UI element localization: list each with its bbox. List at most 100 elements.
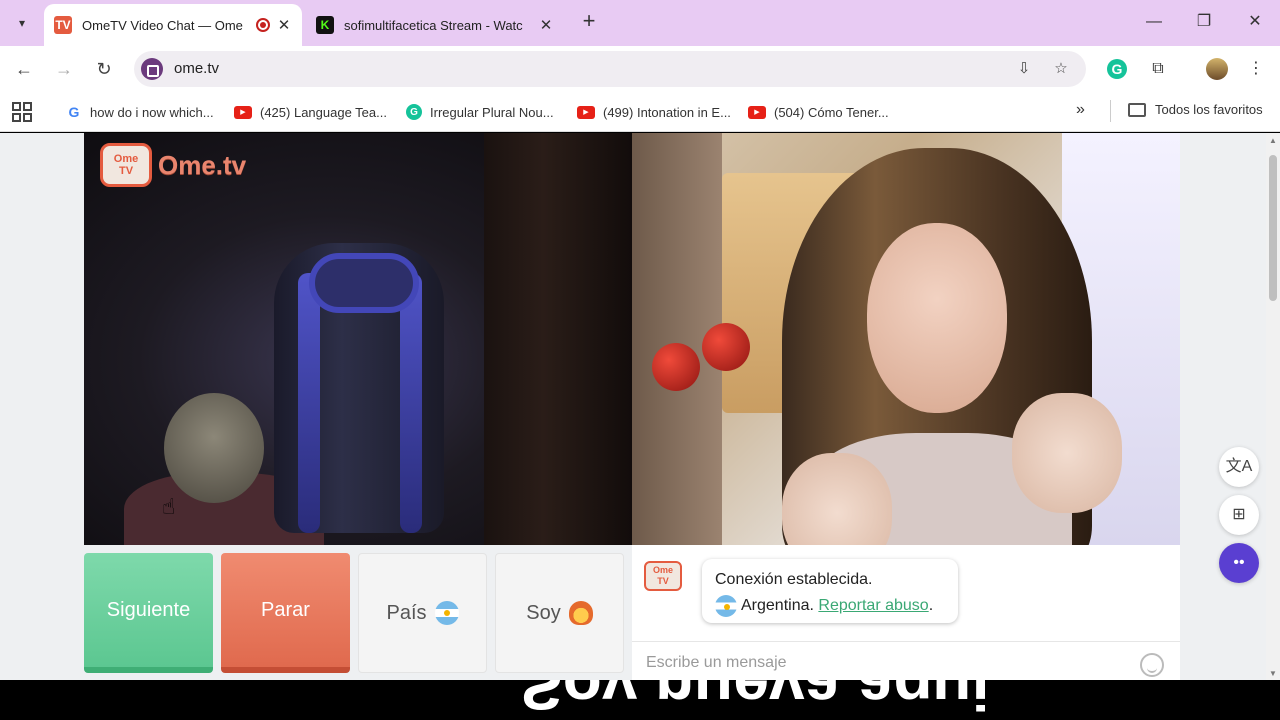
youtube-icon: ▶	[577, 105, 595, 119]
translate-icon[interactable]: 文A	[1219, 447, 1259, 487]
ometv-favicon-icon: TV	[54, 16, 72, 34]
next-button-label: Siguiente	[106, 598, 191, 621]
bookmarks-bar: G how do i now which... ▶ (425) Language…	[0, 92, 1280, 132]
scroll-thumb[interactable]	[1269, 155, 1277, 301]
person-hand	[782, 453, 892, 545]
bookmark-item[interactable]: G Irregular Plural Nou...	[406, 102, 554, 122]
extensions-puzzle-icon[interactable]: ⧉	[1146, 57, 1170, 81]
bookmark-label: how do i now which...	[90, 104, 214, 120]
new-tab-button[interactable]: +	[577, 10, 601, 34]
logo-text: Ome.tv	[158, 149, 247, 180]
browser-toolbar: ← → ↻ ome.tv ⇩ ☆ G ⧉ ⋮	[0, 46, 1280, 92]
close-window-button[interactable]: ✕	[1233, 8, 1277, 36]
tab-ometv[interactable]: TV OmeTV Video Chat — Ome ✕	[44, 4, 302, 46]
system-message: Conexión establecida. Argentina. Reporta…	[702, 559, 958, 623]
tv-logo-icon: Ome TV	[100, 143, 152, 187]
reload-icon: ↻	[96, 59, 112, 79]
remote-video	[632, 133, 1180, 545]
country-button[interactable]: País	[358, 553, 487, 673]
chat-logo-top-text: Ome	[652, 565, 673, 575]
bookmark-label: Irregular Plural Nou...	[430, 104, 554, 120]
tab-strip: ▾ TV OmeTV Video Chat — Ome ✕ K sofimult…	[0, 0, 1280, 46]
argentina-flag-icon	[434, 601, 459, 625]
report-abuse-link[interactable]: Reportar abuso	[818, 593, 928, 619]
forward-button[interactable]: →	[50, 55, 78, 83]
tab-kick-stream[interactable]: K sofimultifacetica Stream - Watc ✕	[306, 4, 564, 46]
country-button-label: País	[386, 601, 427, 624]
kick-favicon-icon: K	[316, 16, 334, 34]
scroll-down-icon[interactable]: ▼	[1269, 669, 1277, 678]
ometv-page: Ome TV Ome.tv Siguiente Parar País Soy O…	[0, 133, 1266, 680]
bookmarks-divider	[1110, 100, 1111, 122]
close-tab-icon[interactable]: ✕	[276, 16, 292, 34]
chair-stripe	[400, 273, 422, 533]
stop-button[interactable]: Parar	[221, 553, 350, 673]
bookmark-label: (499) Intonation in E...	[603, 104, 731, 120]
background-curtain	[484, 133, 632, 545]
youtube-icon: ▶	[748, 105, 766, 119]
grammarly-icon: G	[406, 104, 422, 120]
red-object	[652, 343, 700, 391]
close-tab-icon[interactable]: ✕	[538, 16, 554, 34]
argentina-flag-icon	[715, 595, 737, 617]
site-camera-icon[interactable]	[141, 58, 163, 80]
recording-icon	[256, 18, 270, 32]
chair-headrest	[309, 253, 419, 313]
apps-icon[interactable]: ⊞	[1219, 495, 1259, 535]
back-button[interactable]: ←	[10, 55, 38, 83]
bookmark-item[interactable]: ▶ (504) Cómo Tener...	[748, 102, 889, 122]
youtube-icon: ▶	[234, 105, 252, 119]
arrow-right-icon: →	[55, 59, 73, 79]
bookmark-star-icon[interactable]: ☆	[1051, 59, 1071, 79]
kebab-menu-icon[interactable]: ⋮	[1244, 57, 1268, 81]
all-bookmarks-button[interactable]: Todos los favoritos	[1128, 102, 1263, 117]
person-face	[867, 223, 1007, 413]
video-subtitle-overlay: Soy nueva aqui	[0, 680, 1280, 720]
emoji-picker-icon[interactable]	[1140, 653, 1164, 677]
reload-button[interactable]: ↻	[90, 55, 118, 83]
connection-status: Conexión establecida.	[715, 571, 873, 588]
restore-button[interactable]: ❐	[1182, 8, 1226, 36]
minimize-button[interactable]: —	[1132, 8, 1176, 36]
gender-button-label: Soy	[526, 601, 561, 624]
arrow-left-icon: ←	[15, 59, 33, 79]
tab-search-button[interactable]: ▾	[8, 9, 36, 37]
person-hand	[1012, 393, 1122, 513]
bookmark-label: (425) Language Tea...	[260, 104, 387, 120]
url-text: ome.tv	[174, 60, 220, 77]
bookmark-item[interactable]: G how do i now which...	[66, 102, 214, 122]
message-input[interactable]: Escribe un mensaje	[632, 641, 1180, 680]
chat-logo-bottom-text: TV	[657, 576, 669, 586]
ometv-logo[interactable]: Ome TV Ome.tv	[100, 143, 246, 187]
assistant-face-icon[interactable]: ••	[1219, 543, 1259, 583]
next-button[interactable]: Siguiente	[84, 553, 213, 673]
stop-button-label: Parar	[261, 598, 310, 621]
bookmark-item[interactable]: ▶ (499) Intonation in E...	[577, 102, 731, 122]
chevron-down-icon: ▾	[18, 16, 26, 30]
bookmark-item[interactable]: ▶ (425) Language Tea...	[234, 102, 387, 122]
more-bookmarks-icon[interactable]: »	[1076, 101, 1085, 119]
address-bar[interactable]: ome.tv ⇩ ☆	[134, 51, 1086, 87]
profile-avatar[interactable]	[1206, 58, 1228, 80]
chair-stripe	[298, 273, 320, 533]
tab-title: OmeTV Video Chat — Ome	[82, 17, 243, 33]
logo-tv-top-text: Ome	[113, 153, 139, 165]
subtitle-text: Soy nueva aqui	[520, 680, 990, 720]
local-video	[84, 133, 632, 545]
mouse-pointer-icon: ☝	[162, 494, 176, 519]
apps-grid-icon[interactable]	[12, 102, 32, 122]
chat-panel: Ome TV Conexión establecida. Argentina. …	[632, 545, 1180, 680]
logo-tv-bottom-text: TV	[118, 165, 134, 177]
grammarly-extension-icon[interactable]: G	[1107, 59, 1127, 79]
ometv-chat-avatar-icon: Ome TV	[644, 561, 682, 591]
gender-button[interactable]: Soy	[495, 553, 624, 673]
bookmark-label: (504) Cómo Tener...	[774, 104, 889, 120]
install-app-icon[interactable]: ⇩	[1014, 59, 1034, 79]
woman-emoji-icon	[568, 601, 593, 625]
red-object	[702, 323, 750, 371]
all-bookmarks-label: Todos los favoritos	[1155, 102, 1263, 117]
tab-title: sofimultifacetica Stream - Watc	[344, 17, 523, 33]
plush-toy	[164, 393, 264, 503]
scroll-up-icon[interactable]: ▲	[1269, 136, 1277, 145]
page-scrollbar[interactable]: ▲ ▼	[1266, 133, 1280, 680]
